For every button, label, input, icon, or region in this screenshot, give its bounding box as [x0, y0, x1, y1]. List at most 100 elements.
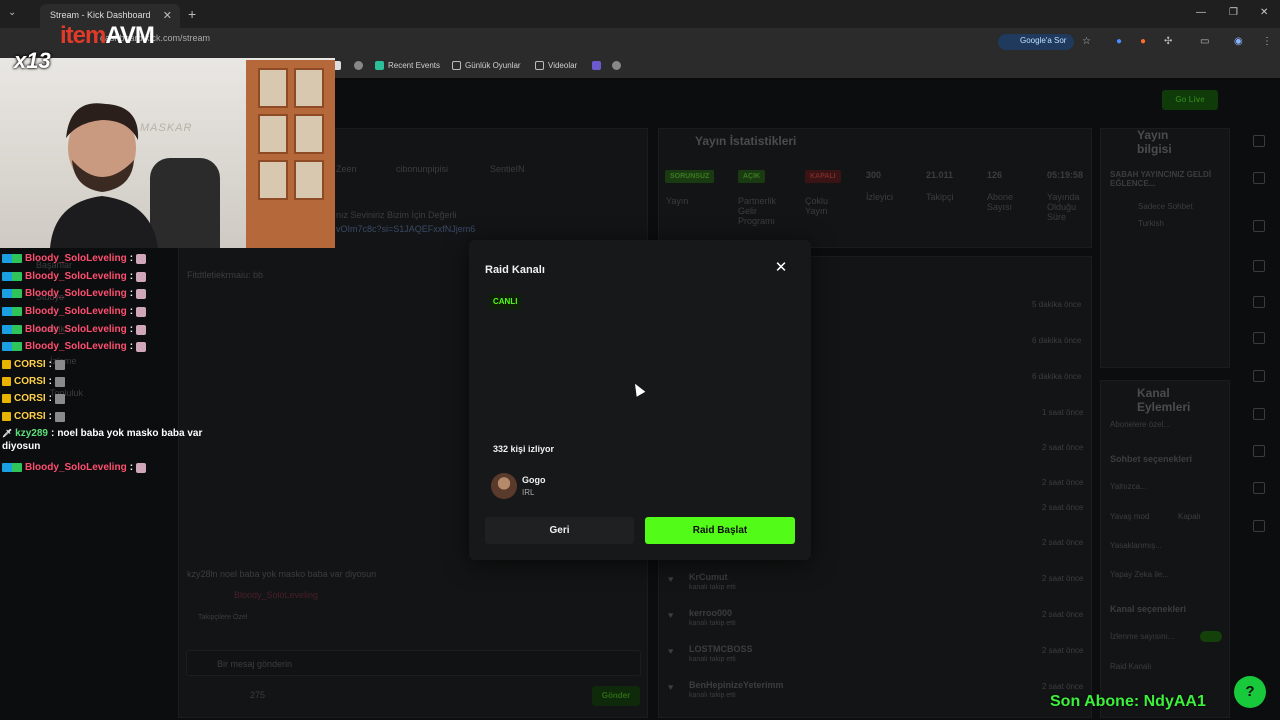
tab-close-icon[interactable]: ✕ — [163, 9, 172, 22]
live-badge: CANLI — [489, 294, 522, 309]
shield-icon[interactable] — [1253, 520, 1265, 532]
stream-language: Turkish — [1138, 219, 1164, 228]
event-time: 2 saat önce — [1042, 538, 1084, 547]
tools-icon[interactable] — [1253, 408, 1265, 420]
action-section: Kanal seçenekleri — [1110, 604, 1187, 614]
extensions-puzzle-icon[interactable]: ✣ — [1164, 36, 1172, 47]
action-section: Sohbet seçenekleri — [1110, 454, 1193, 464]
folder-icon — [452, 61, 461, 70]
action-item[interactable]: Yavaş mod — [1110, 512, 1149, 521]
raid-preview[interactable] — [485, 290, 795, 435]
stream-category: Sadece Sohbet — [1138, 202, 1193, 211]
event-time: 5 dakika önce — [1032, 300, 1082, 309]
subscriber-badge-icon — [2, 325, 22, 334]
stream-chat-line: CORSI: — [2, 359, 66, 370]
users-icon[interactable] — [1253, 482, 1265, 494]
minimize-icon[interactable]: — — [1196, 7, 1206, 18]
subscriber-badge-icon — [2, 463, 22, 472]
action-item[interactable]: Yalnızca... — [1110, 482, 1147, 491]
folder-icon — [535, 61, 544, 70]
extension-icon-2[interactable]: ● — [1140, 36, 1146, 47]
raid-modal: Raid Kanalı ✕ CANLI 332 kişi izliyor Gog… — [469, 240, 811, 560]
chat-message-wrap: diyosun — [2, 441, 41, 452]
action-item[interactable]: Yasaklanmış... — [1110, 541, 1162, 550]
chat-username: Bloody_SoloLeveling — [25, 324, 127, 335]
bookmark-star-icon[interactable]: ☆ — [1082, 36, 1091, 47]
stream-chat-line: Bloody_SoloLeveling: — [2, 462, 147, 473]
emote-icon — [136, 341, 147, 352]
restore-icon[interactable]: ❐ — [1229, 7, 1238, 18]
new-tab-icon[interactable]: + — [188, 6, 196, 22]
help-chat-icon[interactable]: ? — [1234, 676, 1266, 708]
action-item[interactable]: Raid Kanalı — [1110, 662, 1151, 671]
chat-input[interactable]: Bir mesaj gönderin — [186, 650, 641, 676]
chat-dim-message: kzy28ln noel baba yok masko baba var diy… — [187, 569, 377, 579]
pinned-link[interactable]: vOIm7c8c?si=S1JAQEFxxfNJjem6 — [336, 224, 475, 234]
stream-chat-line: Bloody_SoloLeveling: — [2, 341, 147, 352]
layout-icon[interactable] — [1253, 220, 1265, 232]
stream-chat-line: Bloody_SoloLeveling: — [2, 306, 147, 317]
bookmark-recent-events[interactable]: Recent Events — [375, 61, 440, 70]
stat-name: Abone Sayısı — [987, 192, 1014, 212]
google-ask-button[interactable]: Google'a Sor — [998, 34, 1075, 50]
channel-category: IRL — [522, 488, 535, 497]
chat-colon: : — [129, 341, 134, 352]
profile-icon[interactable]: ◉ — [1234, 36, 1243, 47]
stat-label: Yayın — [666, 196, 689, 206]
viewer-count: 275 — [250, 690, 266, 700]
go-live-button[interactable]: Go Live — [1162, 90, 1218, 110]
action-item[interactable]: Yapay Zeka ile... — [1110, 570, 1169, 579]
chat-username: CORSI — [14, 393, 46, 404]
bolt-icon[interactable] — [1253, 260, 1265, 272]
chat-username: kzy289 — [15, 428, 48, 439]
chat-username: Bloody_SoloLeveling — [25, 271, 127, 282]
edit-icon[interactable] — [1253, 172, 1265, 184]
back-button[interactable]: Geri — [485, 517, 634, 544]
chat-top-user: Zeen — [336, 164, 357, 174]
stream-title-text: SABAH YAYINCINIZ GELDİ EĞLENCE... — [1110, 170, 1212, 188]
start-raid-button[interactable]: Raid Başlat — [645, 517, 795, 544]
tab-list-chevron-icon[interactable]: ⌄ — [8, 7, 16, 18]
chat-username: CORSI — [14, 411, 46, 422]
chat-colon: : — [48, 359, 53, 370]
stat-value: 126 — [987, 170, 1003, 180]
bookmark-icon-c[interactable] — [592, 61, 601, 70]
google-ask-label: Google'a Sor — [1020, 36, 1067, 45]
action-item[interactable]: İzlenme sayısını... — [1110, 632, 1174, 641]
channel-actions-title: Kanal Eylemleri — [1137, 386, 1191, 414]
close-icon[interactable]: ✕ — [773, 260, 789, 276]
bookmark-videolar[interactable]: Videolar — [535, 61, 577, 70]
webcam-door — [246, 60, 335, 248]
recent-events-icon — [375, 61, 384, 70]
browser-menu-icon[interactable]: ⋮ — [1262, 36, 1272, 47]
heart-icon: ♥ — [668, 646, 674, 656]
send-button[interactable]: Gönder — [592, 686, 640, 706]
slow-mode-value: Kapalı — [1178, 512, 1201, 521]
embed-icon[interactable] — [1253, 370, 1265, 382]
stat-value: 05:19:58 — [1047, 170, 1084, 180]
chat-username: Bloody_SoloLeveling — [25, 462, 127, 473]
sword-badge-icon: 🗡 — [2, 429, 13, 438]
emote-icon — [136, 462, 147, 473]
stat-badge-kapali: KAPALI — [805, 170, 841, 183]
wrench-icon[interactable] — [1253, 445, 1265, 457]
chat-colon: : — [129, 306, 134, 317]
stream-info-panel — [1100, 128, 1230, 368]
action-item[interactable]: Abonelere özel... — [1110, 420, 1170, 429]
crown-badge-icon — [2, 412, 11, 421]
stat-badge-acik: AÇIK — [738, 170, 766, 183]
viewer-count-toggle[interactable] — [1200, 631, 1222, 642]
list-icon[interactable] — [1253, 296, 1265, 308]
info-icon[interactable] — [1253, 135, 1265, 147]
event-time: 1 saat önce — [1042, 408, 1084, 417]
sidepanel-icon[interactable]: ▭ — [1200, 36, 1209, 47]
extension-icon[interactable]: ● — [1116, 36, 1122, 47]
chat-username: CORSI — [14, 376, 46, 387]
bookmark-gunluk-oyunlar[interactable]: Günlük Oyunlar — [452, 61, 521, 70]
chat-colon: : — [48, 376, 53, 387]
window-close-icon[interactable]: ✕ — [1260, 7, 1268, 18]
bookmark-icon-d[interactable] — [612, 61, 621, 70]
stream-chat-line: CORSI: — [2, 376, 66, 387]
bookmark-icon-b[interactable] — [354, 61, 363, 70]
chat-icon[interactable] — [1253, 332, 1265, 344]
